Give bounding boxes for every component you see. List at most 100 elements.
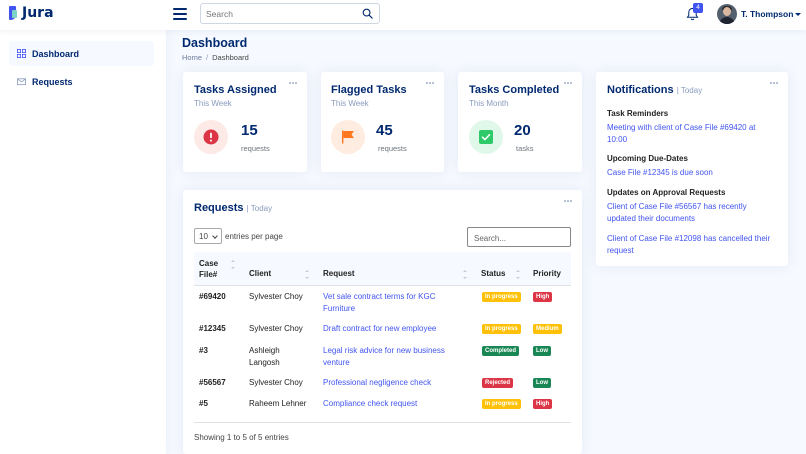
cell-case: #12345 [199,324,226,333]
cell-client: Ashleigh Langosh [249,346,280,367]
notification-heading: Upcoming Due-Dates [607,154,688,163]
entries-value: 10 [199,231,208,241]
stat-unit: requests [241,144,270,153]
status-badge: In progress [482,399,521,409]
breadcrumb: Home / Dashboard [182,53,249,62]
th-priority[interactable]: Priority [533,269,561,278]
sidebar-item-label: Requests [32,76,73,87]
card-title: Tasks Completed [469,84,560,96]
card-period: This Week [331,99,369,108]
stat-card-tasks-assigned: Tasks Assigned This Week 15 requests [183,72,307,172]
stat-value: 15 [241,122,258,139]
page-title: Dashboard [182,36,248,50]
caret-down-icon [795,13,802,17]
more-options-icon[interactable] [289,82,297,85]
chevron-down-icon [212,233,218,239]
cell-request-link[interactable]: Professional negligence check [323,377,473,389]
notification-link[interactable]: Case File #12345 is due soon [607,167,777,179]
status-badge: Completed [482,346,520,356]
stat-unit: tasks [516,144,534,153]
card-title: Tasks Assigned [194,84,277,96]
requests-title: Requests [194,202,244,214]
more-options-icon[interactable] [770,82,778,85]
priority-badge: Medium [533,324,562,334]
breadcrumb-current: Dashboard [212,53,249,62]
priority-badge: High [533,399,553,409]
menu-toggle-icon[interactable] [173,8,187,20]
more-options-icon[interactable] [564,82,572,85]
table-info: Showing 1 to 5 of 5 entries [194,433,289,442]
card-title: Flagged Tasks [331,84,407,96]
sidebar: Dashboard Requests [0,30,166,454]
table-search-input[interactable] [474,232,566,244]
sort-icon[interactable] [305,270,310,279]
status-badge: Rejected [482,378,514,388]
sort-icon[interactable] [516,270,521,279]
sort-icon[interactable] [231,260,236,269]
sidebar-item-requests[interactable]: Requests [9,69,154,94]
sort-icon[interactable] [463,270,468,279]
priority-badge: Low [533,346,551,356]
search-bar [200,3,380,24]
notifications-card: Notifications | Today Task Reminders Mee… [596,72,788,266]
grid-icon [17,49,26,58]
notification-link[interactable]: Client of Case File #56567 has recently … [607,201,777,225]
app-logo[interactable]: Jura [9,5,54,21]
requests-period: | Today [246,204,273,213]
cell-case: #5 [199,399,208,408]
stat-icon-circle [194,120,228,154]
priority-badge: High [533,292,553,302]
breadcrumb-separator: / [206,53,209,62]
sidebar-item-dashboard[interactable]: Dashboard [9,41,154,66]
th-case-file[interactable]: Case File# [199,258,218,280]
user-menu[interactable]: T. Thompson [741,9,802,19]
th-case-line1: Case [199,259,219,268]
cell-client: Raheem Lehner [249,399,307,408]
notification-link[interactable]: Meeting with client of Case File #69420 … [607,122,777,146]
card-period: This Month [469,99,509,108]
table-search [467,227,571,247]
th-request[interactable]: Request [323,269,355,278]
table-header: Case File# Client Request Status Priority [194,252,571,286]
cell-case: #56567 [199,378,226,387]
exclamation-icon [203,129,219,145]
notification-heading: Task Reminders [607,109,669,118]
card-period: This Week [194,99,232,108]
cell-request-link[interactable]: Draft contract for new employee [323,323,473,335]
search-icon[interactable] [362,8,373,19]
sidebar-item-label: Dashboard [32,48,80,59]
card-title: Requests | Today [194,202,272,214]
priority-badge: Low [533,378,551,388]
stat-value: 20 [514,122,531,139]
notifications-period: | Today [676,86,703,95]
breadcrumb-home-link[interactable]: Home [182,53,202,62]
stat-card-flagged-tasks: Flagged Tasks This Week 45 requests [321,72,444,172]
cell-request-link[interactable]: Vet sale contract terms for KGC Furnitur… [323,291,453,314]
cell-case: #3 [199,346,208,355]
cell-client: Sylvester Choy [249,324,303,333]
cell-request-link[interactable]: Compliance check request [323,398,473,410]
flag-icon [342,130,354,144]
entries-select[interactable]: 10 [194,228,222,244]
search-input[interactable] [206,7,356,20]
table-divider [194,422,571,423]
more-options-icon[interactable] [564,200,572,203]
notification-heading: Updates on Approval Requests [607,188,726,197]
stat-icon-circle [331,120,365,154]
app-name: Jura [22,5,54,21]
notification-link[interactable]: Client of Case File #12098 has cancelled… [607,233,777,257]
cell-client: Sylvester Choy [249,292,303,301]
check-square-icon [479,130,493,144]
user-name: T. Thompson [741,9,794,19]
th-status[interactable]: Status [481,269,505,278]
user-avatar[interactable] [717,4,737,24]
cell-case: #69420 [199,292,226,301]
stat-value: 45 [376,122,393,139]
cell-request-link[interactable]: Legal risk advice for new business ventu… [323,345,463,368]
entries-label: entries per page [225,231,283,241]
stat-unit: requests [378,144,407,153]
status-badge: In progress [482,292,521,302]
th-client[interactable]: Client [249,269,271,278]
more-options-icon[interactable] [426,82,434,85]
top-header: Jura 4 T. Thompson [0,0,806,30]
